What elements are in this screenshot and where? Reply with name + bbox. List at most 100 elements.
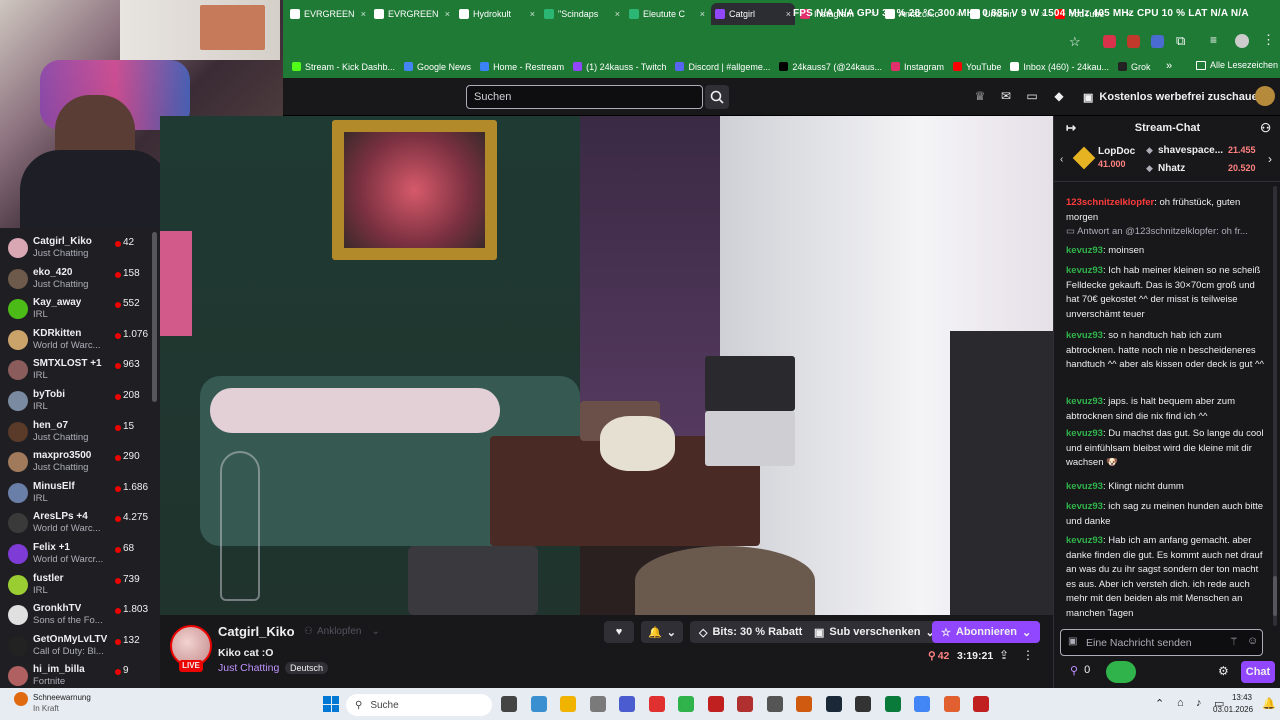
channel-points-claim-button[interactable]	[1106, 661, 1136, 683]
sidebar-channel-item[interactable]: Kay_away IRL 552	[0, 293, 158, 323]
users-icon[interactable]: ⚇	[1260, 116, 1271, 140]
gift-sub-button[interactable]: ▣ Sub verschenken ⌄	[805, 621, 944, 643]
chat-input[interactable]: ▣ Eine Nachricht senden ⚚ ☺	[1060, 629, 1263, 656]
extension-icon[interactable]	[1103, 35, 1116, 48]
close-tab-icon[interactable]: ×	[530, 9, 535, 19]
sidebar-channel-item[interactable]: byTobi IRL 208	[0, 385, 158, 415]
sidebar-channel-item[interactable]: GetOnMyLvLTV Call of Duty: Bl... 132	[0, 630, 158, 660]
close-tab-icon[interactable]: ×	[361, 9, 366, 19]
taskbar-app-icon[interactable]	[560, 696, 576, 712]
taskbar-app-icon[interactable]	[973, 696, 989, 712]
sidebar-scrollbar[interactable]	[152, 232, 157, 402]
taskbar-app-icon[interactable]	[825, 696, 842, 712]
bookmark-item[interactable]: Google News	[404, 62, 471, 72]
network-icon[interactable]: ⌂	[1177, 697, 1184, 709]
chat-username[interactable]: kevuz93	[1066, 245, 1103, 256]
browser-tab[interactable]: Catgirl ×	[711, 3, 795, 25]
channel-points[interactable]: ⚲ 0	[1070, 664, 1090, 677]
search-input[interactable]: Suchen	[466, 85, 703, 109]
menu-kebab-icon[interactable]: ⋮	[1262, 32, 1275, 48]
chat-username[interactable]: kevuz93	[1066, 265, 1103, 276]
browser-tab[interactable]: "Scindaps ×	[540, 3, 624, 25]
crown-icon[interactable]: ♕	[973, 89, 987, 103]
sidebar-channel-item[interactable]: MinusElf IRL 1.686	[0, 477, 158, 507]
chat-username[interactable]: kevuz93	[1066, 501, 1103, 512]
subscribe-button[interactable]: ☆ Abonnieren ⌄	[932, 621, 1041, 643]
bookmark-item[interactable]: Home - Restream	[480, 62, 564, 72]
close-tab-icon[interactable]: ×	[445, 9, 450, 19]
bookmark-star-icon[interactable]: ☆	[1069, 34, 1081, 50]
taskbar-app-icon[interactable]	[766, 696, 783, 712]
sidebar-channel-item[interactable]: maxpro3500 Just Chatting 290	[0, 446, 158, 476]
bookmark-item[interactable]: YouTube	[953, 62, 1001, 72]
media-control-icon[interactable]: ≡	[1210, 33, 1217, 47]
emote-picker-icon[interactable]: ▣	[1068, 636, 1077, 647]
bookmark-item[interactable]: Grok	[1117, 62, 1151, 72]
sidebar-channel-item[interactable]: eko_420 Just Chatting 158	[0, 263, 158, 293]
clock-date[interactable]: 03.01.2026	[1213, 705, 1253, 714]
sidebar-channel-item[interactable]: KDRkitten World of Warc... 1.076	[0, 324, 158, 354]
bookmark-item[interactable]: (1) 24kauss - Twitch	[573, 62, 666, 72]
taskbar-app-icon[interactable]	[501, 696, 517, 712]
profile-avatar[interactable]	[1235, 34, 1249, 48]
video-player[interactable]	[160, 116, 1053, 615]
chat-username[interactable]: kevuz93	[1066, 330, 1103, 341]
chat-scrollbar[interactable]	[1273, 186, 1277, 626]
taskbar-app-icon[interactable]	[737, 696, 753, 712]
taskbar-app-icon[interactable]	[855, 696, 871, 712]
follow-button[interactable]: ⚇ Anklopfen ⌄	[304, 626, 380, 637]
bookmark-item[interactable]: Stream - Kick Dashb...	[292, 62, 395, 72]
browser-tab[interactable]: EVRGREEN ×	[370, 3, 454, 25]
chat-settings-gear-icon[interactable]: ⚙	[1218, 664, 1229, 678]
close-tab-icon[interactable]: ×	[700, 9, 705, 19]
clock-time[interactable]: 13:43	[1228, 693, 1252, 702]
sidebar-channel-item[interactable]: hi_im_billa Fortnite 9	[0, 660, 158, 690]
user-avatar[interactable]	[1255, 86, 1275, 106]
windows-start-icon[interactable]	[323, 696, 339, 712]
notification-button[interactable]: 🔔 ⌄	[641, 621, 683, 643]
tray-chevron-icon[interactable]: ⌃	[1155, 697, 1164, 710]
sidebar-channel-item[interactable]: Felix +1 World of Warcr... 68	[0, 538, 158, 568]
extensions-puzzle-icon[interactable]: ⧉	[1176, 33, 1185, 49]
chat-username[interactable]: kevuz93	[1066, 428, 1103, 439]
collapse-chat-icon[interactable]: ↦	[1066, 116, 1076, 140]
taskbar-app-icon[interactable]	[914, 696, 930, 712]
leader-name[interactable]: LopDoc	[1098, 146, 1135, 157]
chevron-right-icon[interactable]: ›	[1268, 152, 1272, 166]
channel-name[interactable]: Catgirl_Kiko	[218, 624, 295, 639]
sidebar-channel-item[interactable]: Catgirl_Kiko Just Chatting 42	[0, 232, 158, 262]
leader-name[interactable]: shavespace...	[1158, 145, 1223, 156]
extension-icon[interactable]	[1151, 35, 1164, 48]
browser-tab[interactable]: Hydrokult ×	[455, 3, 539, 25]
chat-username[interactable]: 123schnitzelklopfer	[1066, 197, 1154, 208]
share-icon[interactable]: ⇪	[999, 648, 1009, 662]
browser-tab[interactable]: EVRGREEN ×	[286, 3, 370, 25]
taskbar-app-icon[interactable]	[619, 696, 635, 712]
notifications-icon[interactable]: 🔔	[1262, 697, 1276, 710]
sidebar-channel-item[interactable]: hen_o7 Just Chatting 15	[0, 416, 158, 446]
language-tag[interactable]: Deutsch	[285, 662, 329, 674]
taskbar-app-icon[interactable]	[884, 696, 901, 712]
taskbar-app-icon[interactable]	[530, 696, 547, 712]
all-bookmarks[interactable]: Alle Lesezeichen	[1196, 60, 1278, 70]
chat-username[interactable]: kevuz93	[1066, 396, 1103, 407]
extension-icon[interactable]	[1127, 35, 1140, 48]
bits-cheer-icon[interactable]: ⚚	[1229, 635, 1239, 648]
leader-name[interactable]: Nhatz	[1158, 163, 1185, 174]
bookmarks-overflow[interactable]: »	[1166, 60, 1172, 72]
browser-tab[interactable]: Eleutute C ×	[625, 3, 709, 25]
whispers-icon[interactable]: ▭	[1025, 89, 1039, 103]
taskbar-app-icon[interactable]	[943, 696, 960, 712]
follow-heart-button[interactable]: ♥	[604, 621, 634, 643]
chat-send-button[interactable]: Chat	[1241, 661, 1275, 683]
sidebar-channel-item[interactable]: GronkhTV Sons of the Fo... 1.803	[0, 599, 158, 629]
sidebar-channel-item[interactable]: fustler IRL 739	[0, 569, 158, 599]
chevron-left-icon[interactable]: ‹	[1060, 154, 1063, 165]
bits-discount-button[interactable]: ◇ Bits: 30 % Rabatt	[690, 621, 812, 643]
taskbar-app-icon[interactable]	[648, 696, 665, 712]
weather-title[interactable]: Schneewarnung	[33, 693, 91, 702]
emoji-icon[interactable]: ☺	[1247, 635, 1258, 647]
bookmark-item[interactable]: Instagram	[891, 62, 944, 72]
inbox-icon[interactable]: ✉	[999, 89, 1013, 103]
taskbar-app-icon[interactable]	[707, 696, 724, 712]
